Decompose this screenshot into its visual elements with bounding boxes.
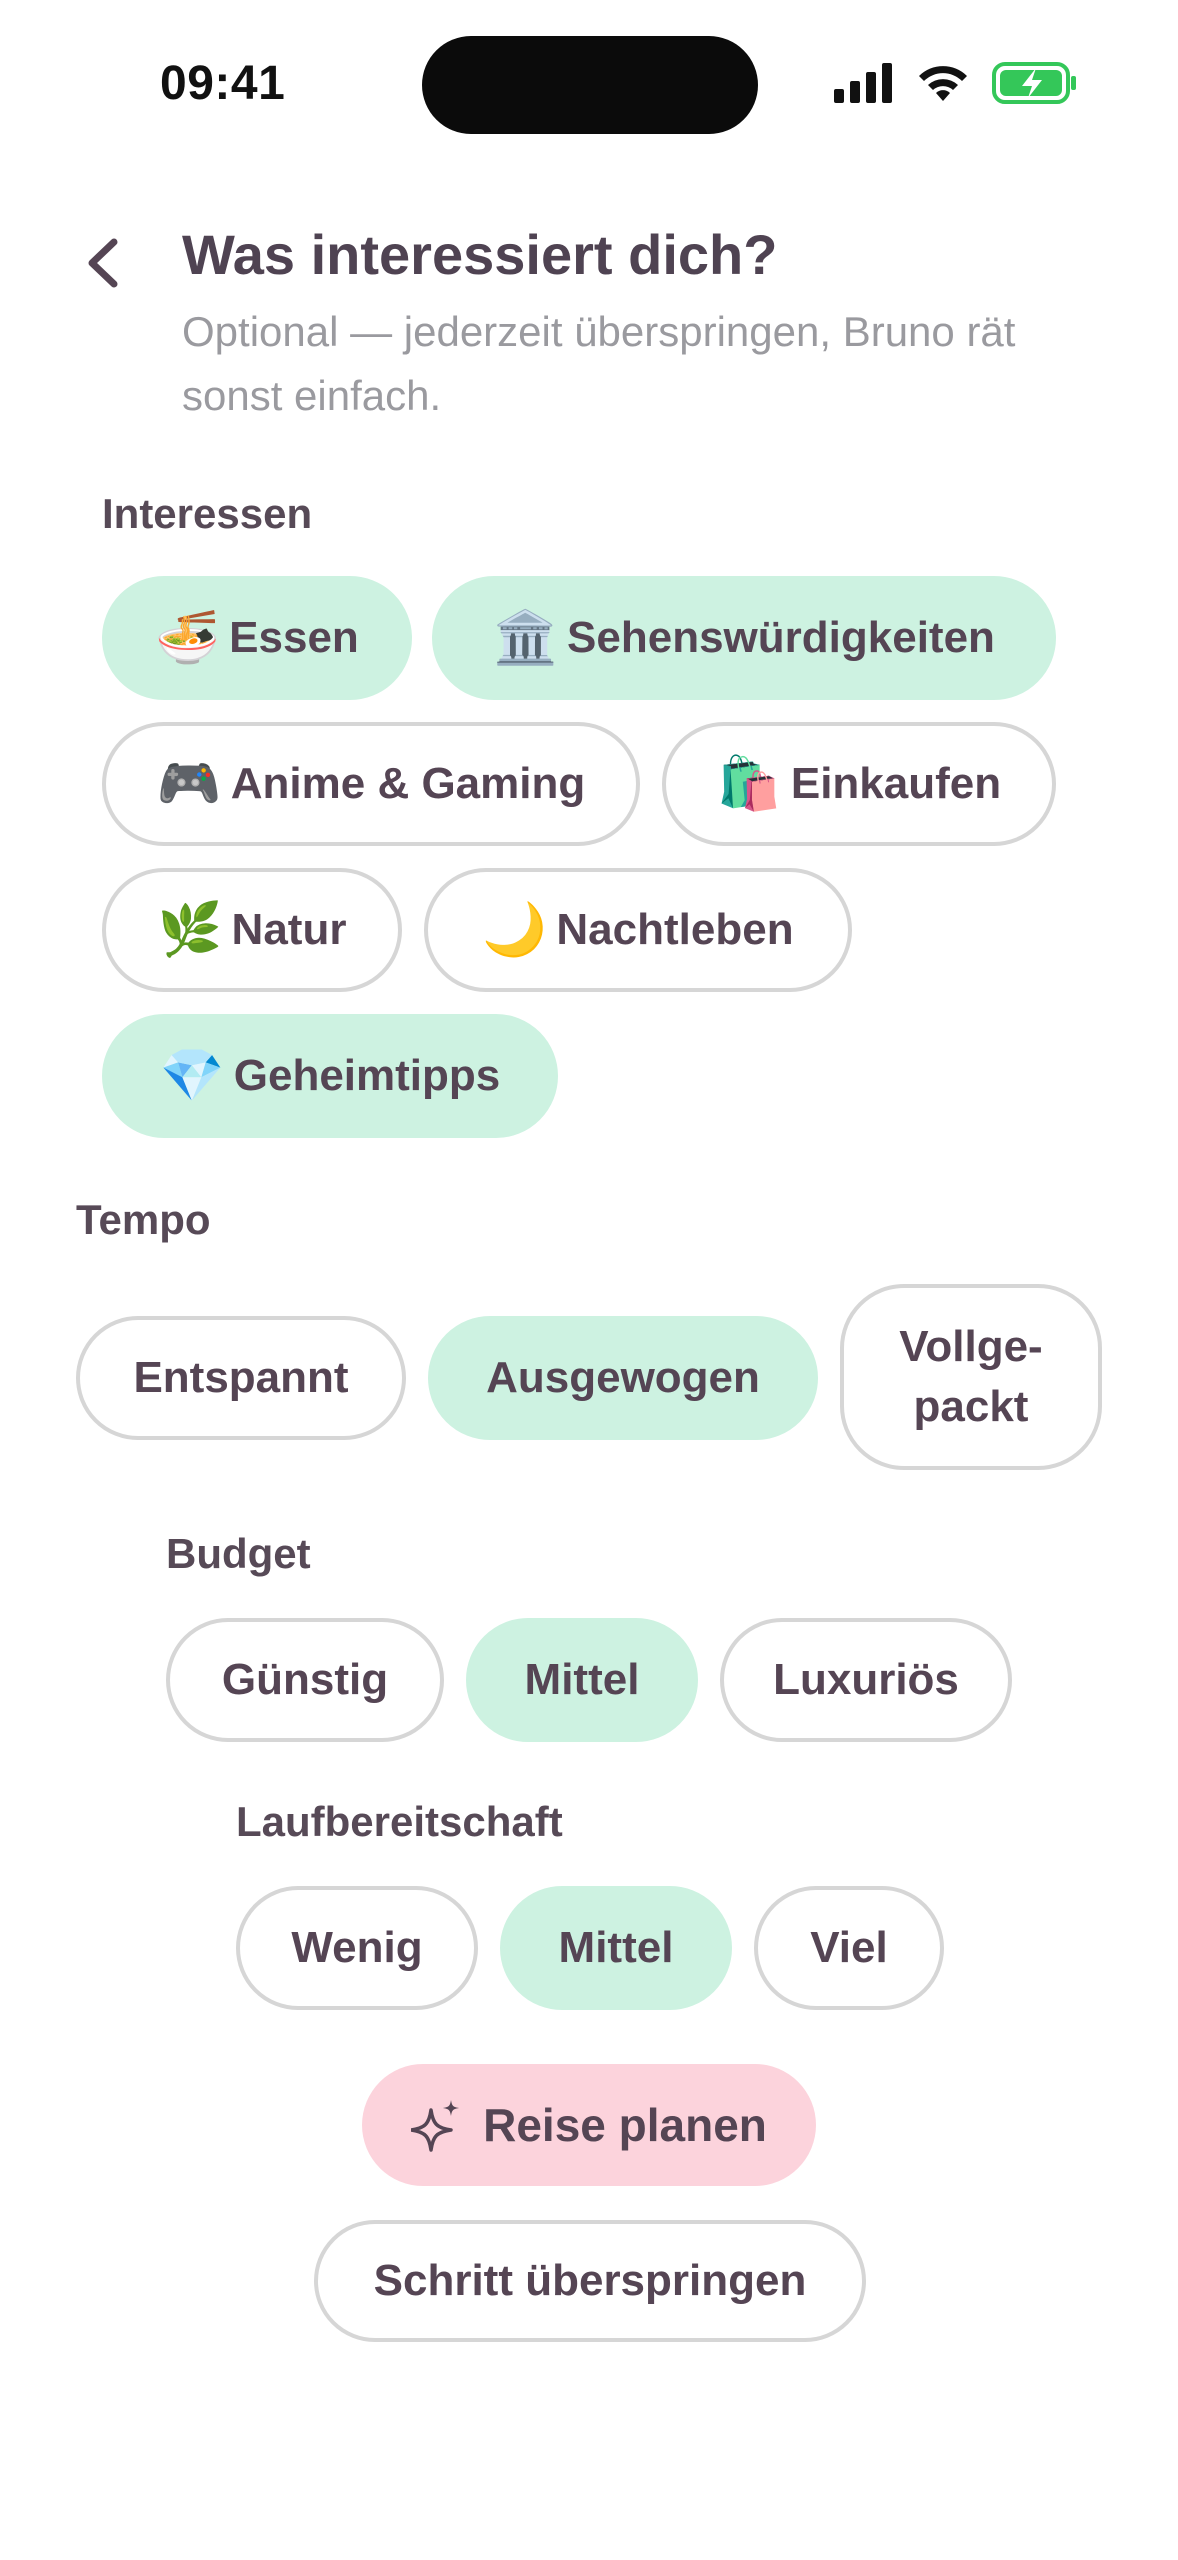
chip-label: Einkaufen bbox=[790, 759, 1002, 808]
chip-label: Luxuriös bbox=[773, 1655, 959, 1704]
back-chevron-icon[interactable] bbox=[80, 236, 124, 290]
chip-label: Geheimtipps bbox=[233, 1051, 501, 1100]
tempo-option-ausgewogen[interactable]: Ausgewogen bbox=[428, 1316, 818, 1440]
interest-chip-natur[interactable]: 🌿 Natur bbox=[102, 868, 402, 992]
status-icons bbox=[834, 62, 1078, 104]
chip-label: Vollge- packt bbox=[899, 1322, 1043, 1431]
budget-option-luxurioes[interactable]: Luxuriös bbox=[720, 1618, 1012, 1742]
walking-option-mittel[interactable]: Mittel bbox=[500, 1886, 732, 2010]
shopping-bags-icon: 🛍️ bbox=[716, 755, 782, 813]
chip-label: Entspannt bbox=[133, 1353, 349, 1402]
skip-step-button[interactable]: Schritt überspringen bbox=[314, 2220, 866, 2342]
page-title: Was interessiert dich? bbox=[182, 223, 778, 286]
status-time: 09:41 bbox=[160, 57, 286, 110]
gem-icon: 💎 bbox=[159, 1047, 225, 1105]
sparkles-icon bbox=[411, 2100, 460, 2152]
budget-label: Budget bbox=[166, 1530, 311, 1577]
chip-label: Viel bbox=[810, 1923, 888, 1972]
dynamic-island bbox=[422, 36, 758, 134]
chip-label: Sehenswürdigkeiten bbox=[567, 613, 995, 662]
chip-label: Ausgewogen bbox=[486, 1353, 760, 1402]
crescent-moon-icon: 🌙 bbox=[482, 901, 548, 959]
interest-chip-einkaufen[interactable]: 🛍️ Einkaufen bbox=[662, 722, 1056, 846]
interest-chip-essen[interactable]: 🍜 Essen bbox=[102, 576, 412, 700]
landmark-icon: 🏛️ bbox=[493, 609, 558, 667]
wifi-icon bbox=[919, 66, 967, 101]
interest-chip-geheimtipps[interactable]: 💎 Geheimtipps bbox=[102, 1014, 558, 1138]
battery-charging-icon bbox=[992, 62, 1076, 104]
plan-trip-label: Reise planen bbox=[483, 2099, 767, 2151]
budget-option-mittel[interactable]: Mittel bbox=[466, 1618, 698, 1742]
chip-label: Wenig bbox=[291, 1923, 423, 1972]
tempo-option-vollgepackt[interactable]: Vollge- packt bbox=[840, 1284, 1102, 1470]
interest-chip-sehenswuerdigkeiten[interactable]: 🏛️ Sehenswürdigkeiten bbox=[432, 576, 1056, 700]
chip-label: Mittel bbox=[558, 1923, 674, 1972]
walking-label: Laufbereitschaft bbox=[236, 1798, 563, 1845]
plan-trip-button[interactable]: Reise planen bbox=[362, 2064, 816, 2186]
skip-step-label: Schritt überspringen bbox=[373, 2256, 807, 2305]
cellular-signal-icon bbox=[834, 63, 892, 103]
interest-chip-anime-gaming[interactable]: 🎮 Anime & Gaming bbox=[102, 722, 640, 846]
tempo-label: Tempo bbox=[76, 1196, 211, 1243]
noodles-icon: 🍜 bbox=[155, 609, 220, 667]
budget-option-guenstig[interactable]: Günstig bbox=[166, 1618, 444, 1742]
chip-label: Nachtleben bbox=[556, 905, 794, 954]
walking-option-viel[interactable]: Viel bbox=[754, 1886, 944, 2010]
interest-chip-nachtleben[interactable]: 🌙 Nachtleben bbox=[424, 868, 852, 992]
herb-icon: 🌿 bbox=[157, 901, 223, 959]
game-controller-icon: 🎮 bbox=[156, 755, 222, 813]
page-subtitle: Optional — jederzeit überspringen, Bruno… bbox=[182, 308, 1016, 419]
walking-option-wenig[interactable]: Wenig bbox=[236, 1886, 478, 2010]
interests-label: Interessen bbox=[102, 490, 313, 537]
chip-label: Anime & Gaming bbox=[230, 759, 586, 808]
chip-label: Mittel bbox=[524, 1655, 640, 1704]
tempo-option-entspannt[interactable]: Entspannt bbox=[76, 1316, 406, 1440]
chip-label: Essen bbox=[229, 613, 359, 662]
chip-label: Natur bbox=[231, 905, 347, 954]
chip-label: Günstig bbox=[221, 1655, 389, 1704]
